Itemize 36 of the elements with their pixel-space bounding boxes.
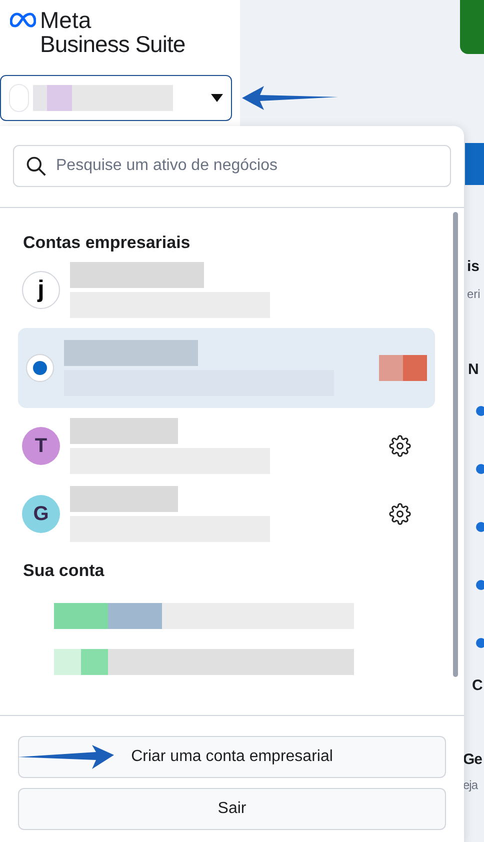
redacted-block: [379, 354, 427, 380]
account-selector[interactable]: [0, 75, 232, 121]
section-title: Sua conta: [22, 560, 106, 582]
action-button[interactable]: Criar uma conta empresarial: [18, 736, 446, 778]
account-item[interactable]: T: [18, 416, 435, 476]
list-bullet: [476, 522, 484, 532]
account-item[interactable]: [18, 328, 435, 408]
product-name: Business Suite: [40, 32, 186, 56]
search-icon: [25, 155, 47, 177]
search-field[interactable]: Pesquise um ativo de negócios: [13, 145, 451, 187]
list-bullet: [476, 580, 484, 590]
account-avatar: T: [22, 426, 60, 464]
radio-button[interactable]: [26, 354, 54, 382]
background-text: Ge: [463, 750, 482, 770]
settings-icon[interactable]: [389, 502, 411, 524]
account-avatar: j: [22, 270, 60, 308]
list-bullet: [476, 638, 484, 648]
brand-name: Meta: [40, 8, 92, 32]
background-text: is: [467, 257, 481, 277]
list-bullet: [476, 464, 484, 474]
action-button[interactable]: Sair: [18, 788, 446, 830]
banner-background: [460, 0, 484, 54]
tab-bar-background: [465, 143, 484, 185]
caret-icon: [211, 94, 223, 102]
account-avatar: G: [22, 494, 60, 532]
background-text: N: [468, 361, 479, 378]
infinity-logo-icon: [10, 12, 36, 28]
background-text: C: [472, 677, 483, 694]
background-text: eri: [467, 286, 482, 302]
account-avatar: [9, 84, 29, 112]
account-item[interactable]: G: [18, 484, 435, 544]
section-title: Contas empresariais: [22, 232, 192, 254]
settings-icon[interactable]: [389, 434, 411, 456]
account-item[interactable]: j: [18, 260, 435, 320]
background-text: eja: [463, 776, 479, 794]
list-bullet: [476, 406, 484, 416]
